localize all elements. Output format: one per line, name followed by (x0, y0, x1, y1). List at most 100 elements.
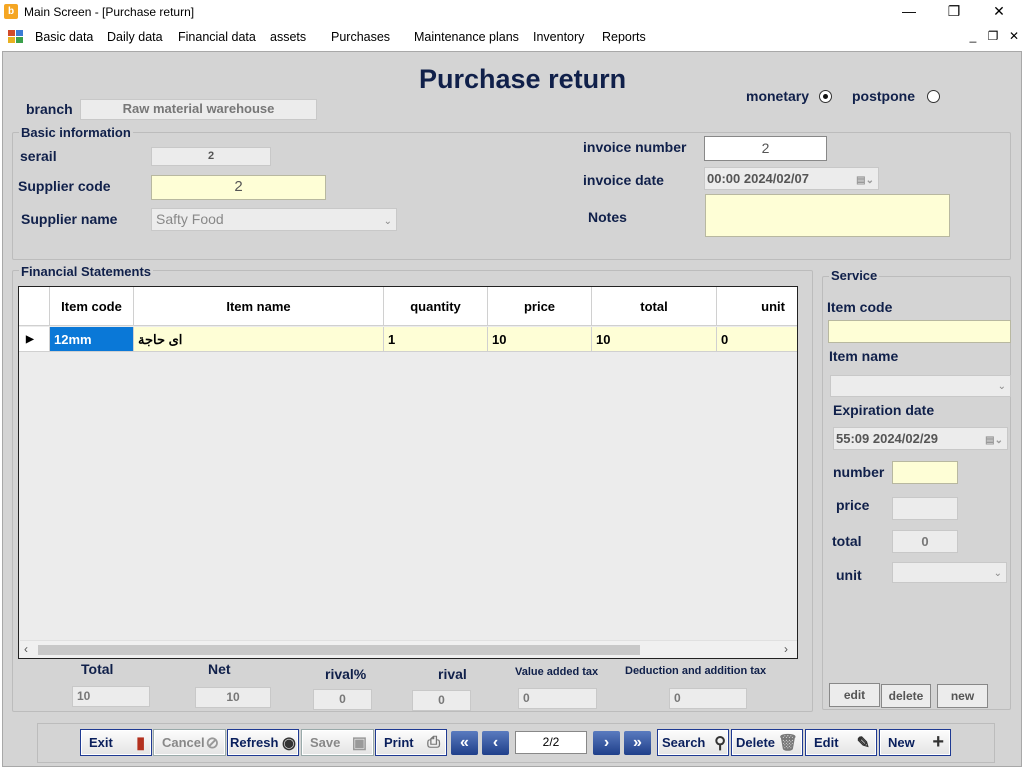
basic-info-title: Basic information (19, 125, 133, 140)
maximize-icon: ❐ (947, 3, 961, 19)
chevron-down-icon: ⌄ (993, 568, 1002, 579)
maximize-button[interactable]: ❐ (931, 0, 977, 24)
close-button[interactable]: ✕ (976, 0, 1022, 24)
cell-total[interactable]: 10 (592, 327, 717, 352)
column-header-price[interactable]: price (488, 287, 592, 326)
mdi-close-icon[interactable]: ✕ (1006, 29, 1022, 43)
serial-label: serail (20, 148, 57, 164)
refresh-button[interactable]: Refresh ◉ (227, 729, 299, 756)
serial-field[interactable]: 2 (151, 147, 271, 166)
cell-unit[interactable]: 0 (717, 327, 797, 352)
double-chevron-right-icon: » (633, 734, 642, 751)
supplier-name-select[interactable]: Safty Food ⌄ (151, 208, 397, 231)
invoice-date-label: invoice date (583, 172, 664, 188)
save-label: Save (310, 735, 341, 750)
net-field: 10 (195, 687, 271, 708)
delete-button[interactable]: Delete 🗑 (731, 729, 803, 756)
calendar-icon: ▤⌄ (856, 175, 874, 186)
menu-daily-data[interactable]: Daily data (107, 30, 163, 44)
column-header-item-code[interactable]: Item code (50, 287, 134, 326)
scroll-thumb[interactable] (38, 645, 640, 655)
page-indicator[interactable]: 2/2 (515, 731, 587, 754)
row-selector-icon[interactable]: ▶ (19, 327, 50, 352)
menu-basic-data[interactable]: Basic data (35, 30, 93, 44)
chevron-down-icon: ⌄ (997, 381, 1006, 392)
app-menu-icon[interactable] (8, 30, 24, 44)
mdi-minimize-icon[interactable]: _ (965, 29, 981, 43)
postpone-label: postpone (852, 88, 915, 104)
postpone-radio[interactable] (927, 90, 940, 103)
next-record-button[interactable]: › (593, 731, 620, 755)
supplier-name-value: Safty Food (156, 211, 224, 227)
edit-label: Edit (814, 735, 839, 750)
row-header-column (19, 287, 50, 326)
monetary-radio[interactable] (819, 90, 832, 103)
exit-icon: ▮ (136, 734, 145, 752)
scroll-left-icon[interactable]: ‹ (24, 642, 28, 656)
close-icon: ✕ (993, 3, 1005, 19)
search-button[interactable]: Search ⚲ (657, 729, 729, 756)
save-icon: ▣ (351, 734, 367, 752)
service-item-name-select[interactable]: ⌄ (830, 375, 1011, 397)
chevron-left-icon: ‹ (492, 734, 499, 751)
exit-button[interactable]: Exit ▮ (80, 729, 152, 756)
invoice-number-input[interactable]: 2 (704, 136, 827, 161)
new-label: New (888, 735, 915, 750)
column-header-unit[interactable]: unit (717, 287, 797, 326)
items-grid[interactable]: Item code Item name quantity price total… (18, 286, 798, 659)
total-field: 10 (72, 686, 150, 707)
plus-icon: + (932, 731, 944, 753)
cell-quantity[interactable]: 1 (384, 327, 488, 352)
cancel-icon: ⊘ (205, 734, 219, 752)
new-button[interactable]: New + (879, 729, 951, 756)
previous-record-button[interactable]: ‹ (482, 731, 509, 755)
print-button[interactable]: Print ⎙ (375, 729, 447, 756)
search-label: Search (662, 735, 706, 750)
service-item-code-input[interactable] (828, 320, 1011, 343)
service-delete-button[interactable]: delete (881, 684, 931, 708)
rival-field: 0 (412, 690, 471, 711)
invoice-number-label: invoice number (583, 139, 687, 155)
refresh-icon: ◉ (282, 734, 296, 752)
chevron-down-icon: ⌄ (383, 216, 392, 227)
cell-item-code[interactable]: 12mm (50, 327, 134, 352)
service-edit-button[interactable]: edit (829, 683, 880, 707)
branch-label: branch (26, 101, 73, 117)
calendar-icon: ▤⌄ (985, 435, 1003, 446)
service-price-field[interactable] (892, 497, 958, 520)
edit-button[interactable]: Edit ✎ (805, 729, 877, 756)
first-record-button[interactable]: « (451, 731, 478, 755)
number-label: number (833, 464, 885, 480)
pencil-icon: ✎ (856, 734, 870, 752)
branch-field[interactable]: Raw material warehouse (80, 99, 317, 120)
service-unit-select[interactable]: ⌄ (892, 562, 1007, 583)
column-header-quantity[interactable]: quantity (384, 287, 488, 326)
mdi-restore-icon[interactable]: ❐ (985, 29, 1001, 43)
menu-assets[interactable]: assets (270, 30, 306, 44)
horizontal-scrollbar[interactable]: ‹ › (20, 640, 797, 658)
service-price-label: price (836, 497, 870, 513)
save-button[interactable]: Save ▣ (301, 729, 374, 756)
menu-purchases[interactable]: Purchases (331, 30, 390, 44)
column-header-total[interactable]: total (592, 287, 717, 326)
expiration-date-picker[interactable]: 55:09 2024/02/29 ▤⌄ (833, 427, 1008, 450)
app-icon: b (4, 4, 18, 19)
rival-label: rival (438, 666, 467, 682)
minimize-button[interactable]: — (886, 0, 932, 24)
menu-financial-data[interactable]: Financial data (178, 30, 256, 44)
supplier-code-input[interactable]: 2 (151, 175, 326, 200)
column-header-item-name[interactable]: Item name (134, 287, 384, 326)
menu-inventory[interactable]: Inventory (533, 30, 584, 44)
scroll-right-icon[interactable]: › (784, 642, 788, 656)
rival-percent-field[interactable]: 0 (313, 689, 372, 710)
cancel-button[interactable]: Cancel ⊘ (153, 729, 226, 756)
menu-maintenance-plans[interactable]: Maintenance plans (414, 30, 519, 44)
service-new-button[interactable]: new (937, 684, 988, 708)
number-input[interactable] (892, 461, 958, 484)
invoice-date-picker[interactable]: 00:00 2024/02/07 ▤⌄ (704, 167, 879, 190)
notes-input[interactable] (705, 194, 950, 237)
cell-item-name[interactable]: اى حاجة (134, 327, 384, 352)
cell-price[interactable]: 10 (488, 327, 592, 352)
menu-reports[interactable]: Reports (602, 30, 646, 44)
last-record-button[interactable]: » (624, 731, 651, 755)
